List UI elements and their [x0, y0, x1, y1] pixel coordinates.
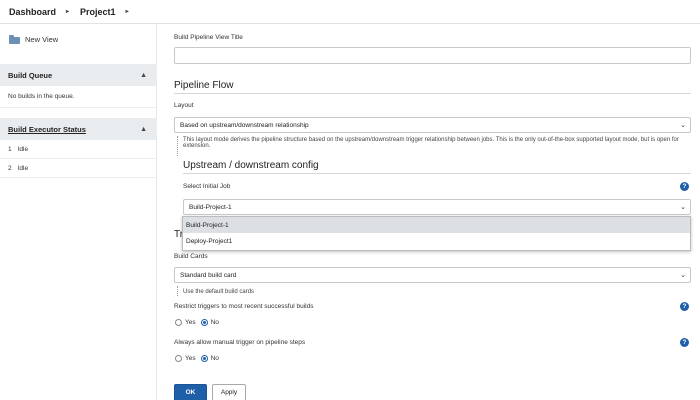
- radio-yes[interactable]: [175, 355, 182, 362]
- executor-number: 2: [8, 165, 12, 172]
- initial-job-select[interactable]: Build-Project-1 ⌄: [183, 199, 691, 215]
- radio-no-label: No: [210, 319, 219, 326]
- build-cards-label: Build Cards: [174, 253, 208, 260]
- build-queue-empty: No builds in the queue.: [0, 86, 157, 108]
- initial-job-label: Select Initial Job: [183, 183, 231, 190]
- layout-help-text: This layout mode derives the pipeline st…: [183, 137, 679, 149]
- section-divider: [174, 93, 691, 94]
- upstream-downstream-heading: Upstream / downstream config: [183, 160, 319, 171]
- build-queue-header: Build Queue ▲: [0, 64, 157, 86]
- pipeline-flow-heading: Pipeline Flow: [174, 80, 234, 91]
- executor-row: 1 Idle: [0, 141, 157, 159]
- apply-button[interactable]: Apply: [212, 384, 246, 400]
- executor-row: 2 Idle: [0, 160, 157, 178]
- ok-button[interactable]: OK: [174, 384, 207, 400]
- build-queue-title: Build Queue: [8, 70, 53, 80]
- new-view-link[interactable]: New View: [9, 35, 58, 44]
- layout-select[interactable]: Based on upstream/downstream relationshi…: [174, 117, 691, 133]
- executor-number: 1: [8, 146, 12, 153]
- build-queue-empty-text: No builds in the queue.: [8, 93, 75, 100]
- manual-trigger-label: Always allow manual trigger on pipeline …: [174, 339, 306, 346]
- breadcrumb: Dashboard ▸ Project1 ▸: [0, 0, 700, 24]
- view-title-label: Build Pipeline View Title: [174, 34, 243, 41]
- layout-label: Layout: [174, 102, 194, 109]
- chevron-down-icon: ⌄: [680, 204, 686, 211]
- section-divider: [183, 173, 691, 174]
- radio-no[interactable]: [200, 355, 208, 362]
- layout-select-value: Based on upstream/downstream relationshi…: [180, 121, 309, 129]
- executor-status-header: Build Executor Status ▲: [0, 118, 157, 140]
- chevron-up-icon[interactable]: ▲: [140, 126, 147, 133]
- chevron-up-icon[interactable]: ▲: [140, 72, 147, 79]
- dropdown-option[interactable]: Build-Project-1: [183, 217, 690, 233]
- help-icon[interactable]: ?: [680, 302, 689, 311]
- pipeline-config-form: Build Pipeline View Title Pipeline Flow …: [174, 24, 694, 400]
- breadcrumb-separator-icon: ▸: [66, 9, 70, 15]
- chevron-down-icon: ⌄: [680, 272, 686, 279]
- breadcrumb-project1[interactable]: Project1: [80, 7, 116, 17]
- manual-trigger-radio-group: Yes No: [175, 355, 224, 362]
- restrict-triggers-radio-group: Yes No: [175, 319, 224, 326]
- build-cards-help-text: Use the default build cards: [183, 289, 255, 295]
- help-guide-line: [177, 286, 178, 296]
- build-cards-select-value: Standard build card: [180, 271, 237, 279]
- executor-state: Idle: [17, 146, 29, 153]
- initial-job-select-value: Build-Project-1: [189, 203, 232, 211]
- chevron-down-icon: ⌄: [680, 122, 686, 129]
- breadcrumb-dashboard[interactable]: Dashboard: [9, 7, 56, 17]
- help-icon[interactable]: ?: [680, 338, 689, 347]
- executor-status-title[interactable]: Build Executor Status: [8, 125, 86, 134]
- dropdown-option[interactable]: Deploy-Project1: [183, 233, 690, 249]
- view-title-input[interactable]: [174, 47, 691, 64]
- radio-no[interactable]: [200, 319, 208, 326]
- radio-yes[interactable]: [175, 319, 182, 326]
- new-view-label: New View: [25, 35, 59, 44]
- initial-job-dropdown: Build-Project-1 Deploy-Project1: [182, 216, 691, 251]
- folder-icon: [9, 35, 20, 44]
- radio-no-label: No: [210, 355, 219, 362]
- sidebar: New View Build Queue ▲ No builds in the …: [0, 24, 157, 400]
- radio-yes-label: Yes: [185, 319, 196, 326]
- executor-state: Idle: [17, 165, 29, 172]
- help-guide-line: [177, 136, 178, 156]
- breadcrumb-separator-icon[interactable]: ▸: [126, 8, 129, 15]
- help-icon[interactable]: ?: [680, 182, 689, 191]
- radio-yes-label: Yes: [185, 355, 196, 362]
- restrict-triggers-label: Restrict triggers to most recent success…: [174, 303, 314, 310]
- build-cards-select[interactable]: Standard build card ⌄: [174, 267, 691, 283]
